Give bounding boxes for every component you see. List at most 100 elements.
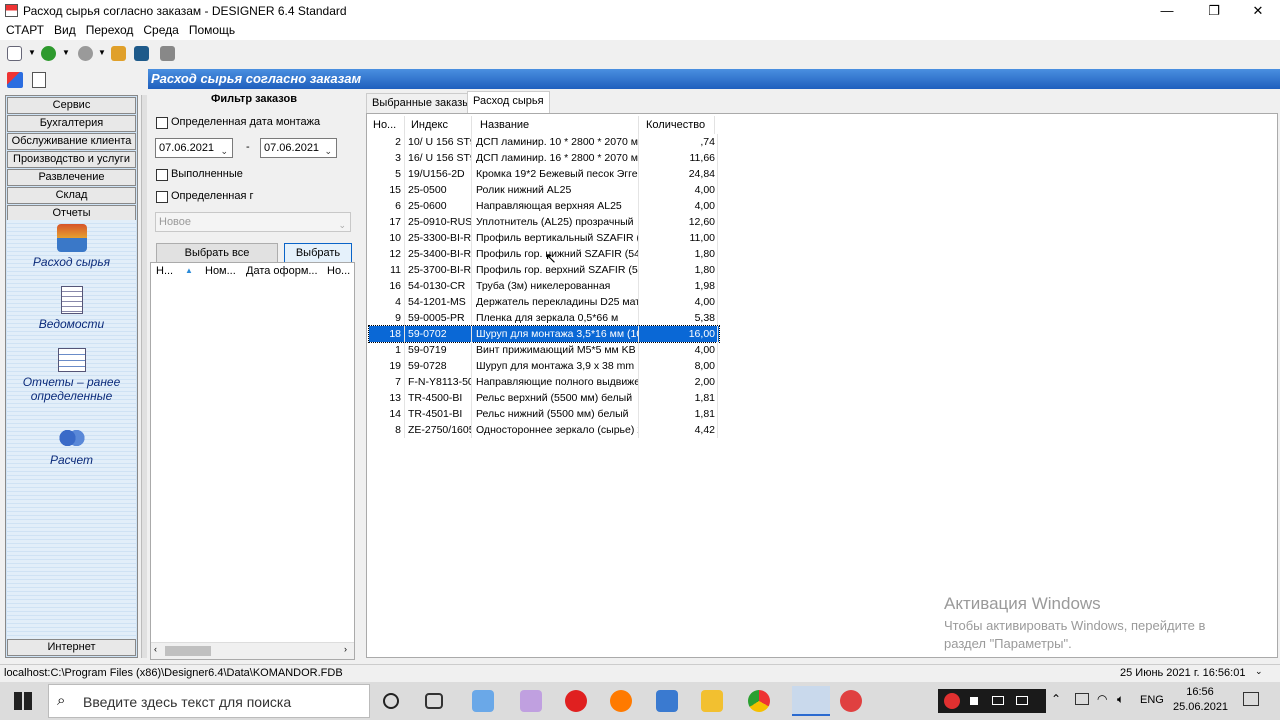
table-row[interactable]: 11 25-3700-BI-RU Профиль гор. верхний SZAF… [369,262,719,278]
menu-go[interactable]: Переход [81,22,139,39]
table-row[interactable]: 10 25-3300-BI-RU Профиль вертикальный SZAF… [369,230,719,246]
mount-date-checkbox[interactable] [156,117,168,129]
new-document-icon[interactable] [7,46,22,61]
table-row[interactable]: 13 TR-4500-BI Рельс верхний (5500 мм) белы… [369,390,719,406]
table-row[interactable]: 14 TR-4501-BI Рельс нижний (5500 мм) белый… [369,406,719,422]
document-icon[interactable] [32,72,46,88]
table-row[interactable]: 8 ZE-2750/1605 Одностороннее зеркало (сырь… [369,422,719,438]
table-row[interactable]: 18 59-0702 Шуруп для монтажа 3,5*16 мм (10… [368,325,720,343]
nav-item-raw-material[interactable]: Расход сырья [7,224,136,269]
orders-col-header[interactable]: Н... [156,265,173,277]
table-row[interactable]: 19 59-0728 Шуруп для монтажа 3,9 x 38 mm 8,… [369,358,719,374]
taskbar-clock[interactable]: 16:56 25.06.2021 [1173,686,1228,713]
nav-accounting-button[interactable]: Бухгалтерия [7,115,136,132]
tray-arrow-icon[interactable]: ⌃ [1051,692,1061,706]
table-row[interactable]: 12 25-3400-BI-RU Профиль гор. нижний SZAFI… [369,246,719,262]
completed-checkbox[interactable] [156,169,168,181]
print-icon[interactable] [160,46,175,61]
menu-environment[interactable]: Среда [138,22,183,39]
date-from-picker[interactable]: 07.06.2021 ⌄ [155,138,233,158]
menu-view[interactable]: Вид [49,22,81,39]
home-icon[interactable] [111,46,126,61]
col-header-quantity[interactable]: Количество [639,116,715,134]
orders-col-header[interactable]: Дата оформ... [246,265,318,277]
table-row[interactable]: 6 25-0600 Направляющая верхняя AL25 4,00 [369,198,719,214]
nav-internet-button[interactable]: Интернет [7,639,136,656]
table-row[interactable]: 1 59-0719 Винт прижимающий M5*5 мм KB (4,0… [369,342,719,358]
volume-icon[interactable]: 🔈︎ [1117,692,1124,707]
menu-help[interactable]: Помощь [184,22,240,39]
dropdown-arrow-icon[interactable]: ▼ [62,48,70,57]
orders-h-scrollbar[interactable]: ‹ › [151,642,354,659]
col-header-name[interactable]: Название [472,116,639,134]
calculator-icon[interactable] [656,690,678,712]
scroll-right-icon[interactable]: › [344,644,347,654]
nav-item-calculation[interactable]: Расчет [7,426,136,467]
maximize-button[interactable]: ❐ [1191,0,1237,22]
module-icon[interactable] [7,72,23,88]
status-select[interactable]: Новое ⌄ [155,212,351,232]
notifications-icon[interactable] [1243,692,1259,706]
pause-icon[interactable] [944,693,960,709]
file-explorer-icon[interactable] [701,690,723,712]
scroll-thumb[interactable] [165,646,211,656]
nav-warehouse-button[interactable]: Склад [7,187,136,204]
network-icon[interactable] [1075,693,1089,705]
nav-item-statements[interactable]: Ведомости [7,286,136,331]
table-row[interactable]: 16 54-0130-CR Труба (3м) никелерованная 1,9… [369,278,719,294]
cortana-icon[interactable] [383,693,399,709]
task-view-icon[interactable] [425,693,443,709]
table-row[interactable]: 2 10/ U 156 ST9 ДСП ламинир. 10 * 2800 * 2… [369,134,719,150]
orders-col-header[interactable]: Ном... [205,265,236,277]
windows-start-icon[interactable] [14,692,32,710]
designer-app-icon[interactable] [792,686,830,716]
snip-icon[interactable] [520,690,542,712]
scroll-left-icon[interactable]: ‹ [154,644,157,654]
nav-item-predefined-reports[interactable]: Отчеты – ранее определенные [7,348,136,403]
minimize-button[interactable]: — [1144,0,1190,22]
taskbar-search[interactable]: ⌕ Введите здесь текст для поиска [48,684,370,718]
forward-icon[interactable] [78,46,93,61]
col-header-no[interactable]: Но... [369,116,405,134]
menu-start[interactable]: СТАРТ [0,22,49,39]
statement-icon [60,286,83,314]
recording-controls[interactable] [938,689,1046,713]
tab-selected-orders[interactable]: Выбранные заказы [366,93,477,113]
orders-grid[interactable]: Н... ▲ Ном... Дата оформ... Но... ‹ › [150,262,355,660]
language-indicator[interactable]: ENG [1140,694,1164,706]
chrome-icon[interactable] [748,690,770,712]
camera-icon[interactable] [992,696,1004,705]
dropdown-arrow-icon[interactable]: ▼ [28,48,36,57]
paint-icon[interactable] [472,690,494,712]
chevron-down-icon[interactable]: ⌄ [1255,666,1263,677]
nav-entertainment-button[interactable]: Развлечение [7,169,136,186]
table-row[interactable]: 5 19/U156-2D Кромка 19*2 Бежевый песок Эгг… [369,166,719,182]
wifi-icon[interactable]: ◠ [1097,692,1107,706]
nav-production-button[interactable]: Производство и услуги [7,151,136,168]
table-row[interactable]: 17 25-0910-RUS- Уплотнитель (AL25) прозрач… [369,214,719,230]
firefox-icon[interactable] [610,690,632,712]
col-header-index[interactable]: Индекс [405,116,472,134]
left-scrollbar[interactable] [141,95,147,658]
screenshot-icon[interactable] [1016,696,1028,705]
select-button[interactable]: Выбрать [284,243,352,263]
table-row[interactable]: 15 25-0500 Ролик нижний AL25 4,00 [369,182,719,198]
table-row[interactable]: 4 54-1201-MS Держатель перекладины D25 мат… [369,294,719,310]
recorder-icon[interactable] [840,690,862,712]
table-row[interactable]: 3 16/ U 156 ST9 ДСП ламинир. 16 * 2800 * 2… [369,150,719,166]
opera-icon[interactable] [565,690,587,712]
nav-service-button[interactable]: Сервис [7,97,136,114]
select-all-button[interactable]: Выбрать все [156,243,278,263]
year-checkbox[interactable] [156,191,168,203]
table-row[interactable]: 7 F-N-Y8113-50 Направляющие полного выдвиж… [369,374,719,390]
nav-customer-service-button[interactable]: Обслуживание клиента [7,133,136,150]
table-row[interactable]: 9 59-0005-PR Пленка для зеркала 0,5*66 м 5,… [369,310,719,326]
dropdown-arrow-icon[interactable]: ▼ [98,48,106,57]
stop-icon[interactable] [970,697,978,705]
back-icon[interactable] [41,46,56,61]
date-to-picker[interactable]: 07.06.2021 ⌄ [260,138,337,158]
close-button[interactable]: ✕ [1235,0,1280,22]
terminal-icon[interactable] [134,46,149,61]
orders-col-header[interactable]: Но... [327,265,350,277]
tab-raw-consumption[interactable]: Расход сырья [467,91,550,113]
